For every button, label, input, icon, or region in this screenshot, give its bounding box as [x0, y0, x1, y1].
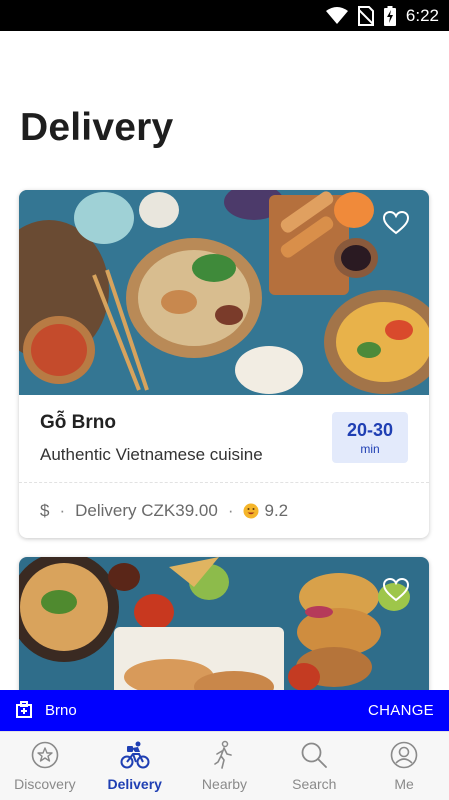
nav-item-me[interactable]: Me: [359, 732, 449, 800]
eta-badge: 20-30 min: [332, 412, 408, 463]
location-name: Brno: [45, 702, 77, 719]
eta-unit: min: [360, 442, 380, 456]
walker-icon: [214, 740, 233, 769]
smiley-icon: [243, 503, 259, 519]
location-building-icon: [16, 701, 32, 718]
cyclist-icon: [120, 741, 150, 769]
heart-icon[interactable]: [383, 578, 409, 602]
screen: 6:22 Delivery Gỗ Brno Authentic Vietname…: [0, 0, 449, 800]
change-location-button[interactable]: CHANGE: [368, 702, 434, 719]
nav-label: Nearby: [201, 776, 248, 792]
eta-time: 20-30: [346, 420, 394, 440]
search-icon: [301, 742, 328, 768]
nav-label: Discovery: [14, 776, 76, 792]
wifi-icon: [325, 6, 348, 24]
status-icons: 6:22: [325, 0, 439, 31]
divider: [19, 482, 429, 483]
restaurant-name: Gỗ Brno: [40, 412, 116, 433]
rating: 9.2: [264, 501, 289, 520]
nav-item-delivery[interactable]: Delivery: [90, 732, 180, 800]
star-circle-icon: [31, 741, 59, 769]
nav-label: Me: [394, 776, 414, 792]
nav-item-discovery[interactable]: Discovery: [0, 732, 90, 800]
separator-dot: ·: [59, 501, 66, 520]
bottom-nav: Discovery Delivery Nearby Search Me: [0, 731, 449, 800]
clock: 6:22: [405, 5, 439, 25]
restaurant-description: Authentic Vietnamese cuisine: [40, 445, 263, 464]
heart-icon[interactable]: [383, 211, 409, 235]
no-sim-icon: [357, 5, 374, 26]
nav-item-search[interactable]: Search: [269, 732, 359, 800]
restaurant-card[interactable]: Gỗ Brno Authentic Vietnamese cuisine 20-…: [19, 190, 429, 538]
vietnamese-food-photo: [19, 190, 429, 395]
separator-dot: ·: [227, 501, 234, 520]
profile-icon: [390, 741, 418, 769]
restaurant-meta: $ · Delivery CZK39.00 · 9.2: [40, 501, 288, 521]
status-bar: 6:22: [0, 0, 449, 31]
nav-item-nearby[interactable]: Nearby: [180, 732, 270, 800]
location-bar: Brno CHANGE: [0, 690, 449, 731]
price-level: $: [40, 501, 50, 520]
delivery-fee: Delivery CZK39.00: [75, 501, 218, 520]
page-title: Delivery: [20, 106, 174, 149]
battery-charging-icon: [383, 5, 396, 26]
nav-label: Search: [292, 776, 337, 792]
nav-label: Delivery: [107, 776, 162, 792]
